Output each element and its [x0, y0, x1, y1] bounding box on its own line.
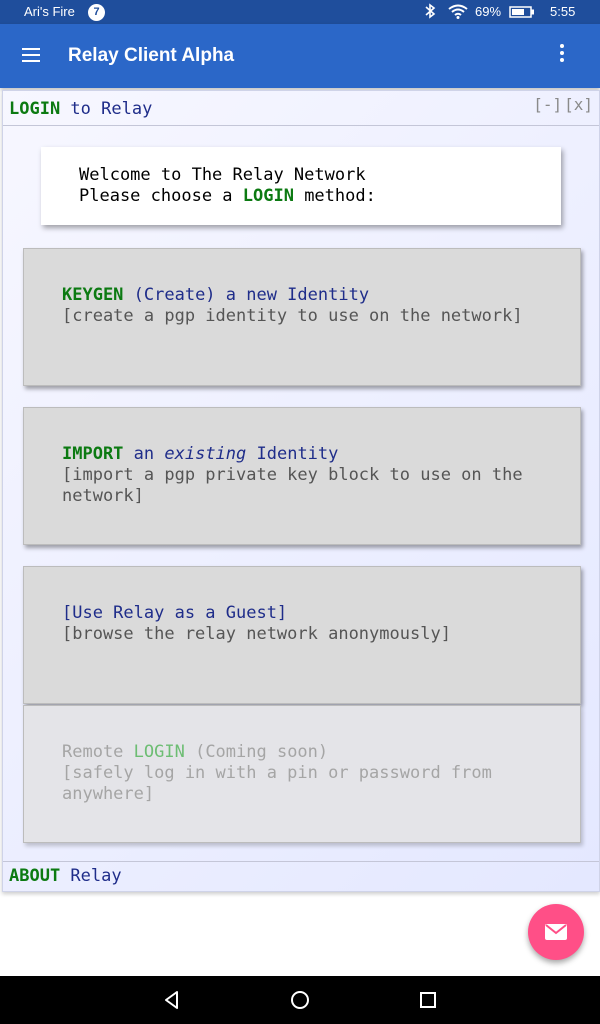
option-title-rest: (Coming soon): [184, 742, 329, 762]
option-title-pre: Remote: [62, 742, 134, 762]
welcome-card: Welcome to The Relay Network Please choo…: [41, 147, 561, 225]
carrier-name: Ari's Fire: [24, 4, 75, 19]
option-keyword: IMPORT: [62, 444, 124, 464]
guest-option-button[interactable]: [Use Relay as a Guest] [browse the relay…: [23, 566, 581, 704]
back-icon[interactable]: [160, 988, 184, 1012]
import-option-button[interactable]: IMPORT an existing Identity [import a pg…: [23, 407, 581, 545]
about-relay-link[interactable]: ABOUT Relay: [3, 861, 599, 892]
option-text: IMPORT an existing Identity [import a pg…: [62, 444, 532, 507]
option-description: [browse the relay network anonymously]: [62, 624, 451, 644]
remote-login-option-button: Remote LOGIN (Coming soon) [safely log i…: [23, 705, 581, 843]
battery-percent: 69%: [475, 4, 502, 19]
option-title: KEYGEN (Create) a new Identity: [62, 285, 532, 306]
minimize-button[interactable]: [-]: [533, 95, 562, 114]
panel-title: LOGIN to Relay: [9, 99, 152, 119]
option-text: Remote LOGIN (Coming soon) [safely log i…: [62, 742, 532, 805]
app-bar: Relay Client Alpha: [0, 24, 600, 88]
hamburger-menu-icon[interactable]: [22, 44, 58, 68]
option-title-emphasis: existing: [164, 444, 247, 464]
about-label: ABOUT Relay: [9, 866, 122, 886]
option-keyword: KEYGEN: [62, 285, 124, 305]
wifi-icon: [448, 4, 468, 19]
clock: 5:55: [550, 4, 576, 19]
option-text: [Use Relay as a Guest] [browse the relay…: [62, 603, 532, 645]
keygen-option-button[interactable]: KEYGEN (Create) a new Identity [create a…: [23, 248, 581, 386]
option-text: KEYGEN (Create) a new Identity [create a…: [62, 285, 532, 327]
option-description: [import a pgp private key block to use o…: [62, 465, 523, 506]
option-description: [create a pgp identity to use on the net…: [62, 306, 523, 326]
mail-icon: [545, 924, 567, 940]
compose-mail-button[interactable]: [528, 904, 584, 960]
option-description: [safely log in with a pin or password fr…: [62, 763, 492, 804]
notification-badge: 7: [88, 4, 105, 21]
welcome-text-pre: Please choose a: [79, 186, 243, 206]
welcome-text-post: method:: [293, 186, 376, 206]
close-button[interactable]: [x]: [564, 95, 593, 114]
option-title: IMPORT an existing Identity: [62, 444, 532, 465]
app-title: Relay Client Alpha: [68, 45, 235, 66]
recents-icon[interactable]: [416, 988, 440, 1012]
about-keyword: ABOUT: [9, 866, 61, 886]
option-title-rest: (Create) a new Identity: [123, 285, 370, 305]
panel-header: LOGIN to Relay [-] [x]: [3, 91, 599, 126]
welcome-keyword: LOGIN: [242, 186, 294, 206]
option-title-mid: an: [123, 444, 165, 464]
panel-title-rest: to Relay: [60, 99, 153, 119]
panel-controls: [-] [x]: [531, 95, 593, 114]
option-title: Remote LOGIN (Coming soon): [62, 742, 532, 763]
battery-icon: [509, 6, 534, 18]
option-title: [Use Relay as a Guest]: [62, 603, 288, 623]
login-panel: LOGIN to Relay [-] [x] Welcome to The Rel…: [2, 90, 600, 892]
option-title-rest: Identity: [246, 444, 339, 464]
welcome-subheading: Please choose a LOGIN method:: [79, 186, 376, 206]
more-vert-icon[interactable]: [552, 44, 572, 68]
welcome-heading: Welcome to The Relay Network: [79, 165, 366, 185]
panel-title-keyword: LOGIN: [9, 99, 61, 119]
option-keyword: LOGIN: [133, 742, 185, 762]
system-nav-bar: [0, 976, 600, 1024]
home-icon[interactable]: [288, 988, 312, 1012]
about-rest: Relay: [60, 866, 122, 886]
bluetooth-icon: [425, 3, 436, 19]
status-bar: Ari's Fire 7 69% 5:55: [0, 0, 600, 24]
